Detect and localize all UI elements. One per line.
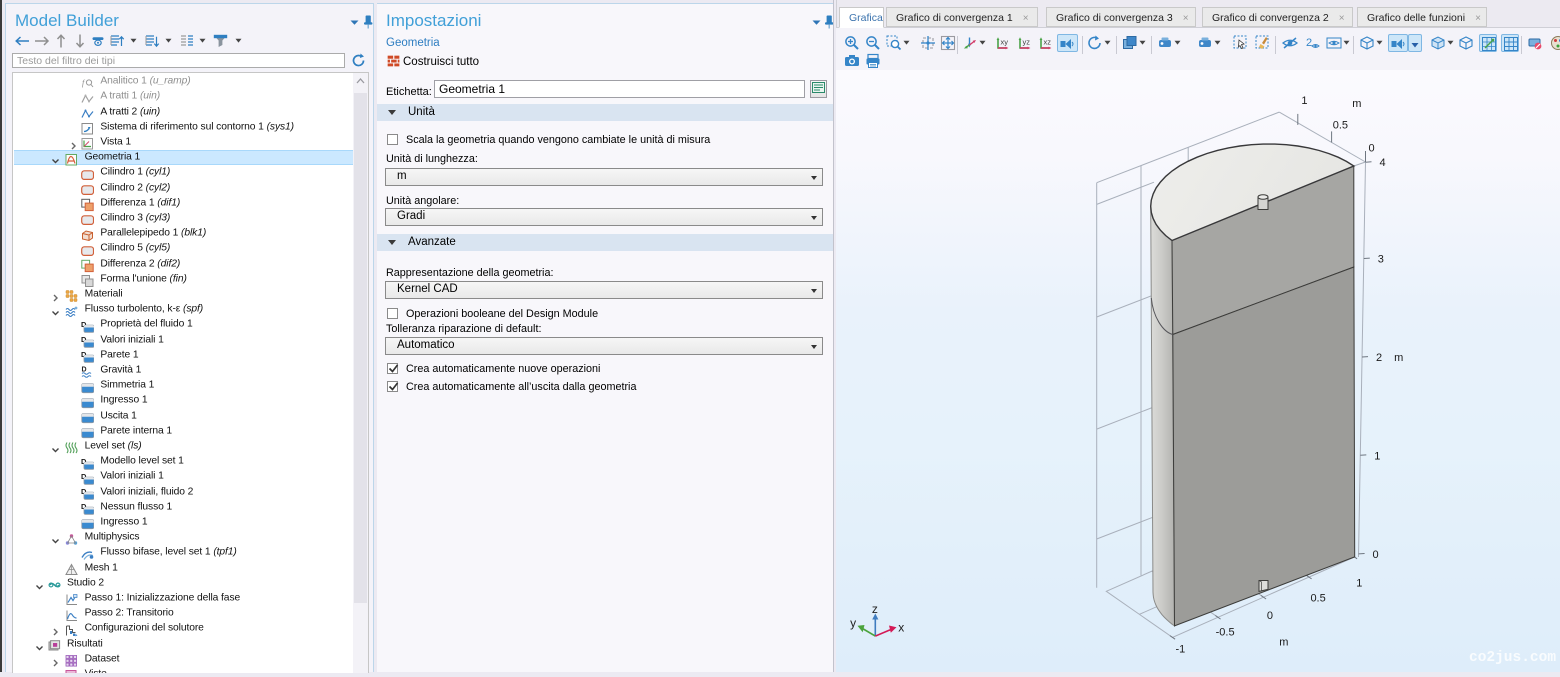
svg-text:1: 1: [1374, 450, 1380, 462]
svg-text:z: z: [872, 602, 878, 616]
svg-text:x: x: [898, 621, 904, 635]
svg-text:m: m: [1394, 352, 1403, 364]
svg-text:4: 4: [1379, 157, 1385, 169]
svg-text:0: 0: [1368, 143, 1374, 155]
svg-text:m: m: [1279, 636, 1288, 648]
svg-text:0: 0: [1267, 610, 1273, 622]
svg-text:yz: yz: [1023, 38, 1031, 47]
svg-text:2: 2: [1306, 37, 1312, 49]
svg-text:0.5: 0.5: [1333, 120, 1348, 132]
svg-text:-1: -1: [1176, 643, 1186, 655]
svg-text:0: 0: [1373, 549, 1379, 561]
svg-text:1: 1: [1301, 95, 1307, 107]
svg-text:y: y: [850, 616, 856, 630]
svg-text:co2jus.com: co2jus.com: [1469, 650, 1556, 666]
svg-text:xy: xy: [1001, 38, 1009, 47]
svg-text:m: m: [1352, 98, 1361, 110]
svg-text:0.5: 0.5: [1310, 593, 1325, 605]
svg-text:f: f: [82, 78, 86, 87]
svg-text:2: 2: [1376, 352, 1382, 364]
svg-text:xz: xz: [1044, 38, 1052, 47]
svg-text:3: 3: [1378, 254, 1384, 266]
svg-text:1: 1: [1356, 578, 1362, 590]
svg-text:-0.5: -0.5: [1216, 626, 1235, 638]
